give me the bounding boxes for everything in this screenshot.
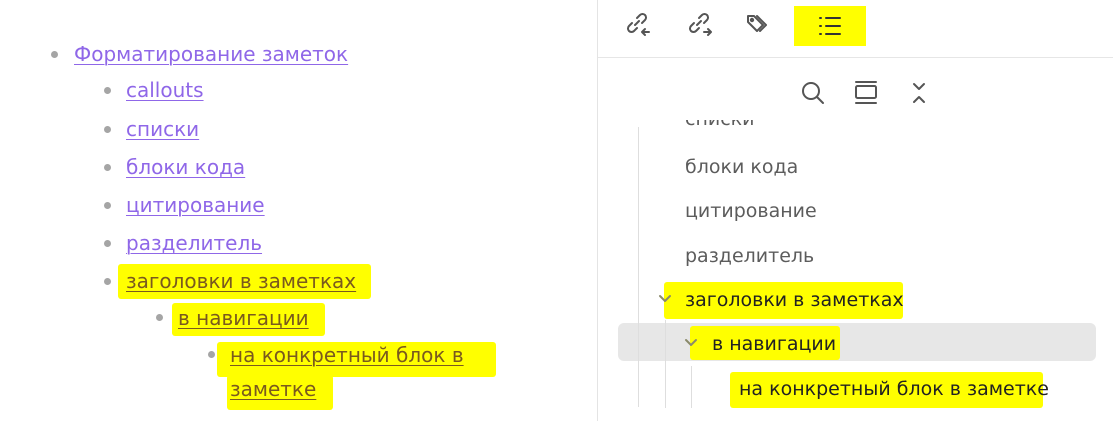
list-bullet (51, 51, 58, 58)
tags-icon (747, 15, 767, 32)
expand-collapse-icon (913, 83, 925, 103)
chevron-down-icon[interactable] (682, 334, 700, 352)
tab-backlinks[interactable] (616, 6, 660, 42)
outline-item-headings[interactable]: заголовки в заметках (685, 288, 904, 312)
note-document: Форматирование заметок callouts списки б… (0, 0, 597, 421)
doc-link-lists[interactable]: списки (126, 117, 199, 141)
doc-link-divider[interactable]: разделитель (126, 231, 262, 255)
outline-item-lists[interactable]: списки (685, 120, 755, 131)
outline-scroll-clip: списки (598, 120, 1113, 132)
tab-outline[interactable] (794, 6, 866, 46)
list-bullet (104, 126, 111, 133)
doc-link-in-navigation[interactable]: в навигации (178, 306, 309, 330)
doc-link-specific-block-line1[interactable]: на конкретный блок в (230, 343, 464, 367)
indent-guide (638, 127, 639, 407)
chevron-down-icon[interactable] (656, 290, 674, 308)
list-bullet (208, 351, 215, 358)
doc-link-formatting[interactable]: Форматирование заметок (74, 42, 348, 66)
tab-tags[interactable] (738, 6, 782, 42)
outline-item-code-blocks[interactable]: блоки кода (685, 155, 798, 179)
outline-collapse-button[interactable] (848, 75, 884, 111)
list-bullet (104, 202, 111, 209)
list-icon (819, 17, 841, 35)
outline-item-divider[interactable]: разделитель (685, 244, 814, 268)
indent-guide (665, 320, 666, 408)
list-bullet (156, 314, 163, 321)
outline-panel: списки блоки кода цитирование разделител… (597, 0, 1113, 421)
doc-link-specific-block-line2[interactable]: заметке (230, 377, 316, 401)
indent-guide (691, 366, 692, 408)
doc-link-quotes[interactable]: цитирование (126, 193, 265, 217)
outline-item-in-navigation[interactable]: в навигации (712, 332, 836, 356)
outline-item-specific-block[interactable]: на конкретный блок в заметке (739, 377, 1049, 401)
search-icon (802, 82, 824, 104)
link-incoming-icon (626, 12, 650, 36)
doc-link-headings[interactable]: заголовки в заметках (126, 269, 356, 293)
list-bullet (104, 240, 111, 247)
link-outgoing-icon (688, 12, 712, 36)
list-bullet (104, 278, 111, 285)
sidebar-tab-bar (598, 0, 1113, 58)
tab-outgoing-links[interactable] (678, 6, 722, 42)
list-bullet (104, 87, 111, 94)
collapse-all-icon (855, 81, 877, 104)
doc-link-code-blocks[interactable]: блоки кода (126, 155, 245, 179)
doc-link-callouts[interactable]: callouts (126, 78, 204, 102)
outline-expand-toggle-button[interactable] (901, 75, 937, 111)
outline-search-button[interactable] (795, 75, 831, 111)
outline-item-quotes[interactable]: цитирование (685, 199, 817, 223)
list-bullet (104, 164, 111, 171)
